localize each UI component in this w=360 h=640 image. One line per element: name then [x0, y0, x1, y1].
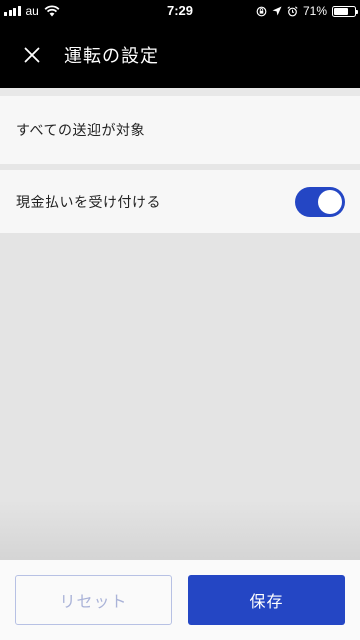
section-gap — [0, 88, 360, 96]
ride-target-label: すべての送迎が対象 — [16, 123, 145, 139]
save-button[interactable]: 保存 — [188, 575, 345, 625]
location-arrow-icon — [272, 6, 282, 16]
footer-shadow — [0, 500, 360, 560]
battery-icon — [332, 5, 358, 17]
app-header: 運転の設定 — [0, 22, 360, 88]
rotation-lock-icon — [256, 6, 267, 16]
page-title: 運転の設定 — [64, 46, 159, 67]
status-bar-right: 71% — [256, 0, 358, 22]
close-icon[interactable] — [24, 47, 40, 63]
ride-target-row[interactable]: すべての送迎が対象 — [0, 96, 360, 164]
accept-cash-label: 現金払いを受け付ける — [16, 194, 161, 211]
status-bar: au 7:29 71% — [0, 0, 360, 22]
accept-cash-toggle[interactable] — [295, 186, 345, 217]
battery-percent: 71% — [302, 4, 327, 18]
footer-bar: リセット 保存 — [0, 560, 360, 640]
accept-cash-row: 現金払いを受け付ける — [0, 170, 360, 233]
reset-button[interactable]: リセット — [15, 575, 172, 625]
alarm-icon — [287, 5, 298, 16]
toggle-knob — [318, 189, 342, 214]
close-button[interactable] — [0, 22, 64, 88]
